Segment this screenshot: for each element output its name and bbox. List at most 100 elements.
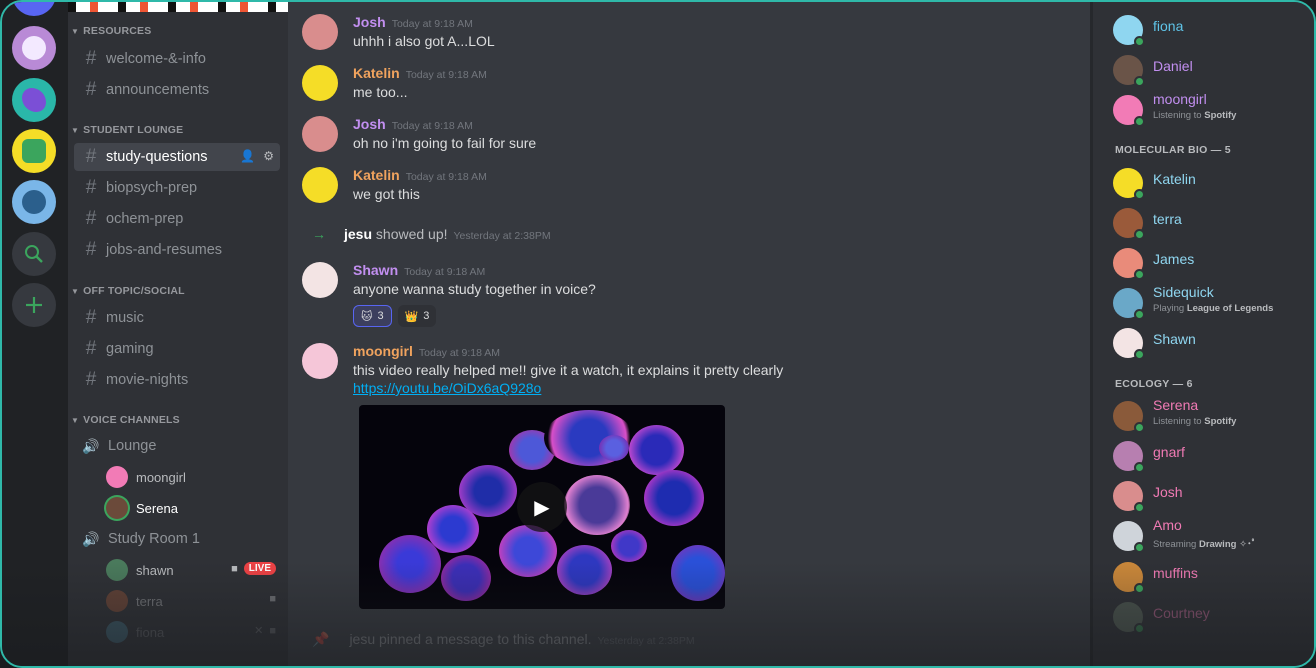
channel-sidebar: ▼ RESOURCES # welcome-&-info # announcement… bbox=[68, 2, 288, 666]
timestamp: Today at 9:18 AM bbox=[391, 18, 473, 30]
avatar[interactable] bbox=[302, 14, 338, 50]
video-embed[interactable]: ▶ bbox=[359, 405, 725, 609]
voice-user[interactable]: fiona ✕ ■ bbox=[106, 619, 282, 645]
username[interactable]: Josh bbox=[353, 14, 386, 30]
member[interactable]: James bbox=[1113, 244, 1313, 284]
avatar bbox=[106, 621, 128, 643]
channel-biopsych-prep[interactable]: # biopsych-prep bbox=[74, 174, 280, 202]
online-status-icon bbox=[1134, 623, 1145, 634]
avatar[interactable] bbox=[302, 343, 338, 379]
avatar[interactable] bbox=[302, 262, 338, 298]
hash-icon: # bbox=[85, 208, 97, 229]
online-status-icon bbox=[1134, 269, 1145, 280]
join-message: → jesu showed up! Yesterday at 2:38PM bbox=[312, 226, 551, 242]
chevron-down-icon: ▼ bbox=[71, 126, 80, 135]
category-student-lounge[interactable]: ▼ STUDENT LOUNGE bbox=[71, 124, 183, 136]
online-status-icon bbox=[1134, 422, 1145, 433]
channel-gaming[interactable]: # gaming bbox=[74, 335, 280, 363]
voice-channel-study-room[interactable]: 🔊 Study Room 1 bbox=[74, 525, 280, 553]
voice-user[interactable]: moongirl bbox=[106, 464, 282, 490]
avatar[interactable] bbox=[302, 65, 338, 101]
online-status-icon bbox=[1134, 462, 1145, 473]
hash-icon: # bbox=[85, 307, 97, 328]
member[interactable]: Shawn bbox=[1113, 324, 1313, 364]
video-link[interactable]: https://youtu.be/OiDx6aQ928o bbox=[353, 380, 541, 396]
online-status-icon bbox=[1134, 189, 1145, 200]
online-status-icon bbox=[1134, 542, 1145, 553]
category-off-topic[interactable]: ▼ OFF TOPIC/SOCIAL bbox=[71, 285, 185, 297]
hash-icon: # bbox=[85, 177, 97, 198]
message-text: we got this bbox=[353, 186, 420, 202]
hash-icon: # bbox=[85, 239, 97, 260]
username[interactable]: Katelin bbox=[353, 65, 400, 81]
member[interactable]: Katelin bbox=[1113, 164, 1313, 204]
username[interactable]: Shawn bbox=[353, 262, 398, 278]
member[interactable]: Sidequick Playing League of Legends bbox=[1113, 284, 1313, 324]
member[interactable]: fiona bbox=[1113, 11, 1313, 51]
message-text: anyone wanna study together in voice? bbox=[353, 281, 596, 297]
avatar[interactable] bbox=[302, 167, 338, 203]
invite-icon[interactable]: 👤 bbox=[240, 149, 255, 163]
member[interactable]: terra bbox=[1113, 204, 1313, 244]
pin-icon: 📌 bbox=[312, 631, 330, 647]
server-icon-home[interactable] bbox=[12, 2, 56, 16]
avatar bbox=[106, 466, 128, 488]
add-server-button[interactable] bbox=[12, 283, 56, 327]
member[interactable]: Josh bbox=[1113, 477, 1313, 517]
channel-welcome-info[interactable]: # welcome-&-info bbox=[74, 45, 280, 73]
voice-user[interactable]: terra ■ bbox=[106, 588, 282, 614]
avatar bbox=[106, 590, 128, 612]
reaction-crown[interactable]: 👑 3 bbox=[397, 305, 437, 327]
live-badge: LIVE bbox=[243, 562, 276, 575]
member[interactable]: Daniel bbox=[1113, 51, 1313, 91]
voice-user[interactable]: Serena bbox=[106, 495, 282, 521]
voice-channel-lounge[interactable]: 🔊 Lounge bbox=[74, 432, 280, 460]
search-icon bbox=[25, 245, 43, 263]
timestamp: Today at 9:18 AM bbox=[405, 171, 487, 183]
hash-icon: # bbox=[85, 79, 97, 100]
member[interactable]: gnarf bbox=[1113, 437, 1313, 477]
message-text: oh no i'm going to fail for sure bbox=[353, 135, 537, 151]
hash-icon: # bbox=[85, 338, 97, 359]
username[interactable]: moongirl bbox=[353, 343, 413, 359]
member-group-heading: ECOLOGY — 6 bbox=[1115, 378, 1193, 390]
explore-servers-button[interactable] bbox=[12, 232, 56, 276]
category-voice-channels[interactable]: ▼ VOICE CHANNELS bbox=[71, 414, 180, 426]
username[interactable]: Josh bbox=[353, 116, 386, 132]
category-resources[interactable]: ▼ RESOURCES bbox=[71, 25, 151, 37]
channel-music[interactable]: # music bbox=[74, 304, 280, 332]
activity-status: Playing League of Legends bbox=[1153, 303, 1274, 314]
channel-ochem-prep[interactable]: # ochem-prep bbox=[74, 205, 280, 233]
reaction-cat[interactable]: 🐱 3 bbox=[353, 305, 392, 327]
pinned-notice: 📌 jesu pinned a message to this channel. Y… bbox=[312, 631, 695, 647]
server-icon-creature[interactable] bbox=[12, 180, 56, 224]
chevron-down-icon: ▼ bbox=[71, 27, 80, 36]
online-status-icon bbox=[1134, 76, 1145, 87]
channel-movie-nights[interactable]: # movie-nights bbox=[74, 366, 280, 394]
channel-announcements[interactable]: # announcements bbox=[74, 76, 280, 104]
server-icon-bird[interactable] bbox=[12, 78, 56, 122]
timestamp: Today at 9:18 AM bbox=[418, 347, 501, 359]
hash-icon: # bbox=[85, 48, 97, 69]
activity-status: Streaming Drawing ✧･ﾟ bbox=[1153, 539, 1257, 550]
channel-jobs-and-resumes[interactable]: # jobs-and-resumes bbox=[74, 236, 280, 264]
online-status-icon bbox=[1134, 36, 1145, 47]
online-status-icon bbox=[1134, 229, 1145, 240]
camera-icon: ■ bbox=[269, 593, 276, 605]
avatar[interactable] bbox=[302, 116, 338, 152]
member[interactable]: Courtney bbox=[1113, 598, 1313, 638]
username[interactable]: Katelin bbox=[353, 167, 400, 183]
message-text: this video really helped me!! give it a … bbox=[353, 362, 784, 378]
play-button[interactable]: ▶ bbox=[517, 482, 567, 532]
member[interactable]: Serena Listening to Spotify bbox=[1113, 397, 1313, 437]
speaker-icon: 🔊 bbox=[82, 530, 100, 547]
voice-user[interactable]: shawn ■ LIVE bbox=[106, 557, 282, 583]
member[interactable]: moongirl Listening to Spotify bbox=[1113, 91, 1313, 131]
member[interactable]: Amo Streaming Drawing ✧･ﾟ bbox=[1113, 517, 1313, 557]
message-text: me too... bbox=[353, 84, 408, 100]
server-icon-cactus[interactable] bbox=[12, 129, 56, 173]
gear-icon[interactable]: ⚙ bbox=[263, 149, 274, 163]
channel-study-questions[interactable]: # study-questions 👤 ⚙ bbox=[74, 143, 280, 171]
server-icon-astronaut[interactable] bbox=[12, 26, 56, 70]
member[interactable]: muffins bbox=[1113, 558, 1313, 598]
